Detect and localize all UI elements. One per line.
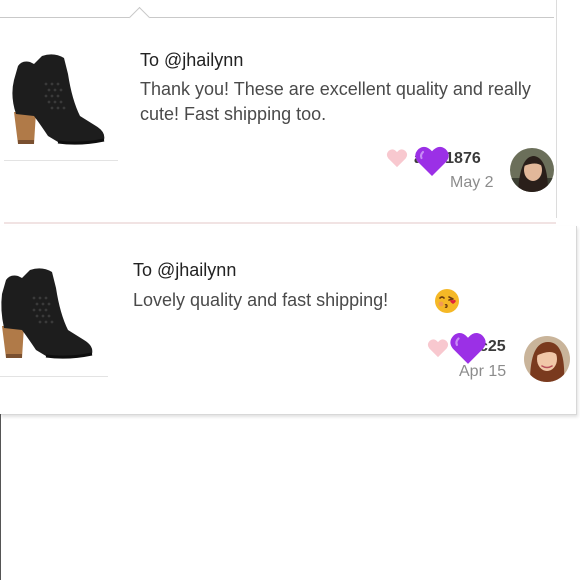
divider [0, 17, 554, 18]
review-date: May 2 [450, 174, 494, 191]
review-date: Apr 15 [459, 363, 507, 380]
product-thumbnail[interactable] [4, 44, 118, 161]
purple-heart-emoji-icon [414, 144, 450, 178]
divider [4, 222, 556, 224]
divider [0, 414, 1, 580]
page: To @jhailynn Thank you! These are excell… [0, 0, 580, 580]
recipient-label: To @jhailynn [140, 50, 244, 70]
review-message: Lovely quality and fast shipping! [133, 290, 389, 310]
reviewer-avatar[interactable] [524, 336, 570, 382]
reviewer-avatar[interactable] [510, 148, 554, 192]
product-thumbnail[interactable] [0, 254, 108, 377]
review-card-2: To @jhailynn Lovely quality and fast shi… [0, 226, 577, 415]
review-message: Thank you! These are excellent quality a… [140, 79, 531, 124]
caret-pointer-icon [128, 6, 151, 29]
kissing-face-emoji-icon [434, 288, 460, 314]
heart-icon[interactable] [427, 338, 449, 358]
purple-heart-emoji-icon [449, 330, 487, 366]
recipient-label: To @jhailynn [133, 260, 237, 280]
review-card-1: To @jhailynn Thank you! These are excell… [0, 0, 557, 224]
heart-icon[interactable] [386, 148, 408, 168]
